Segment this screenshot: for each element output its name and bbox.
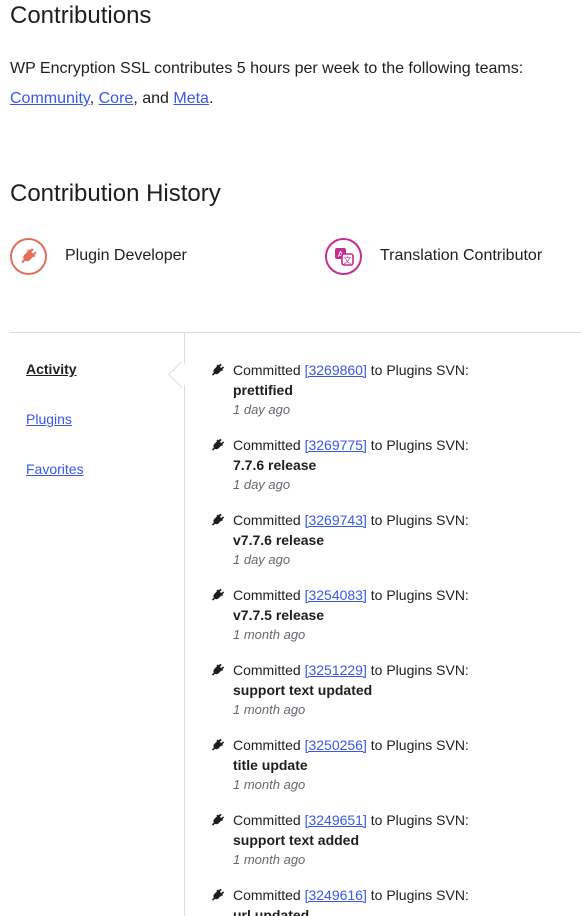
activity-item: Committed [3250256] to Plugins SVN: titl… [208, 735, 578, 810]
activity-item: Committed [3269743] to Plugins SVN: v7.7… [208, 510, 578, 585]
contributions-heading: Contributions [10, 2, 152, 29]
activity-feed: Committed [3269860] to Plugins SVN: pret… [208, 360, 578, 916]
activity-target: to Plugins SVN: [370, 662, 469, 678]
activity-verb: Committed [233, 887, 301, 903]
activity-time: 1 month ago [233, 627, 306, 642]
activity-time: 1 day ago [233, 552, 291, 567]
sidebar-item-plugins[interactable]: Plugins [26, 411, 72, 427]
translate-icon: A 文 [325, 237, 362, 275]
plugin-icon [211, 513, 225, 526]
intro-text: WP Encryption SSL contributes 5 hours pe… [10, 60, 524, 77]
revision-link[interactable]: [3249651] [305, 812, 367, 828]
profile-page: Contributions WP Encryption SSL contribu… [0, 0, 581, 916]
activity-time: 1 day ago [233, 477, 291, 492]
team-link-meta[interactable]: Meta [173, 90, 209, 107]
commit-message: v7.7.6 release [233, 532, 325, 548]
activity-target: to Plugins SVN: [370, 737, 469, 753]
badge-list: Plugin Developer A 文 Translation Contrib… [10, 236, 581, 276]
plugin-icon [211, 438, 225, 451]
contribution-history-heading: Contribution History [10, 180, 221, 207]
activity-item: Committed [3254083] to Plugins SVN: v7.7… [208, 585, 578, 660]
revision-link[interactable]: [3254083] [305, 587, 367, 603]
team-link-core[interactable]: Core [99, 90, 134, 107]
activity-verb: Committed [233, 812, 301, 828]
commit-message: support text added [233, 832, 360, 848]
activity-time: 1 month ago [233, 852, 306, 867]
revision-link[interactable]: [3269860] [305, 362, 367, 378]
revision-link[interactable]: [3251229] [305, 662, 367, 678]
activity-target: to Plugins SVN: [370, 512, 469, 528]
commit-message: title update [233, 757, 308, 773]
activity-time: 1 day ago [233, 402, 291, 417]
revision-link[interactable]: [3249616] [305, 887, 367, 903]
activity-verb: Committed [233, 662, 301, 678]
sidebar-item-favorites[interactable]: Favorites [26, 461, 84, 477]
activity-verb: Committed [233, 587, 301, 603]
contributions-intro: WP Encryption SSL contributes 5 hours pe… [10, 54, 575, 114]
plugin-icon [211, 738, 225, 751]
activity-verb: Committed [233, 362, 301, 378]
svg-text:文: 文 [343, 255, 351, 265]
activity-verb: Committed [233, 512, 301, 528]
intro-end: . [208, 90, 214, 107]
activity-item: Committed [3269860] to Plugins SVN: pret… [208, 360, 578, 435]
activity-target: to Plugins SVN: [370, 812, 469, 828]
activity-target: to Plugins SVN: [370, 587, 469, 603]
activity-target: to Plugins SVN: [370, 437, 469, 453]
plugin-icon [10, 237, 47, 275]
activity-sidebar: Activity Plugins Favorites [10, 333, 185, 916]
revision-link[interactable]: [3269743] [305, 512, 367, 528]
sidebar-item-activity[interactable]: Activity [26, 361, 77, 377]
activity-target: to Plugins SVN: [370, 887, 469, 903]
team-separator: , [89, 90, 95, 107]
activity-verb: Committed [233, 437, 301, 453]
commit-message: prettified [233, 382, 293, 398]
team-separator: , and [133, 90, 169, 107]
activity-item: Committed [3249616] to Plugins SVN: url … [208, 885, 578, 916]
plugin-icon [211, 588, 225, 601]
revision-link[interactable]: [3250256] [305, 737, 367, 753]
activity-item: Committed [3251229] to Plugins SVN: supp… [208, 660, 578, 735]
commit-message: 7.7.6 release [233, 457, 317, 473]
badge-label: Translation Contributor [380, 247, 543, 264]
activity-time: 1 month ago [233, 702, 306, 717]
activity-item: Committed [3269775] to Plugins SVN: 7.7.… [208, 435, 578, 510]
activity-time: 1 month ago [233, 777, 306, 792]
commit-message: url updated [233, 907, 310, 916]
commit-message: support text updated [233, 682, 373, 698]
badge-plugin-developer: Plugin Developer [10, 236, 187, 276]
plugin-icon [211, 813, 225, 826]
activity-item: Committed [3249651] to Plugins SVN: supp… [208, 810, 578, 885]
badge-label: Plugin Developer [65, 247, 187, 264]
activity-target: to Plugins SVN: [370, 362, 469, 378]
plugin-icon [211, 363, 225, 376]
activity-verb: Committed [233, 737, 301, 753]
revision-link[interactable]: [3269775] [305, 437, 367, 453]
commit-message: v7.7.5 release [233, 607, 325, 623]
badge-translation-contributor: A 文 Translation Contributor [325, 236, 542, 276]
team-link-community[interactable]: Community [10, 90, 90, 107]
plugin-icon [211, 888, 225, 901]
plugin-icon [211, 663, 225, 676]
